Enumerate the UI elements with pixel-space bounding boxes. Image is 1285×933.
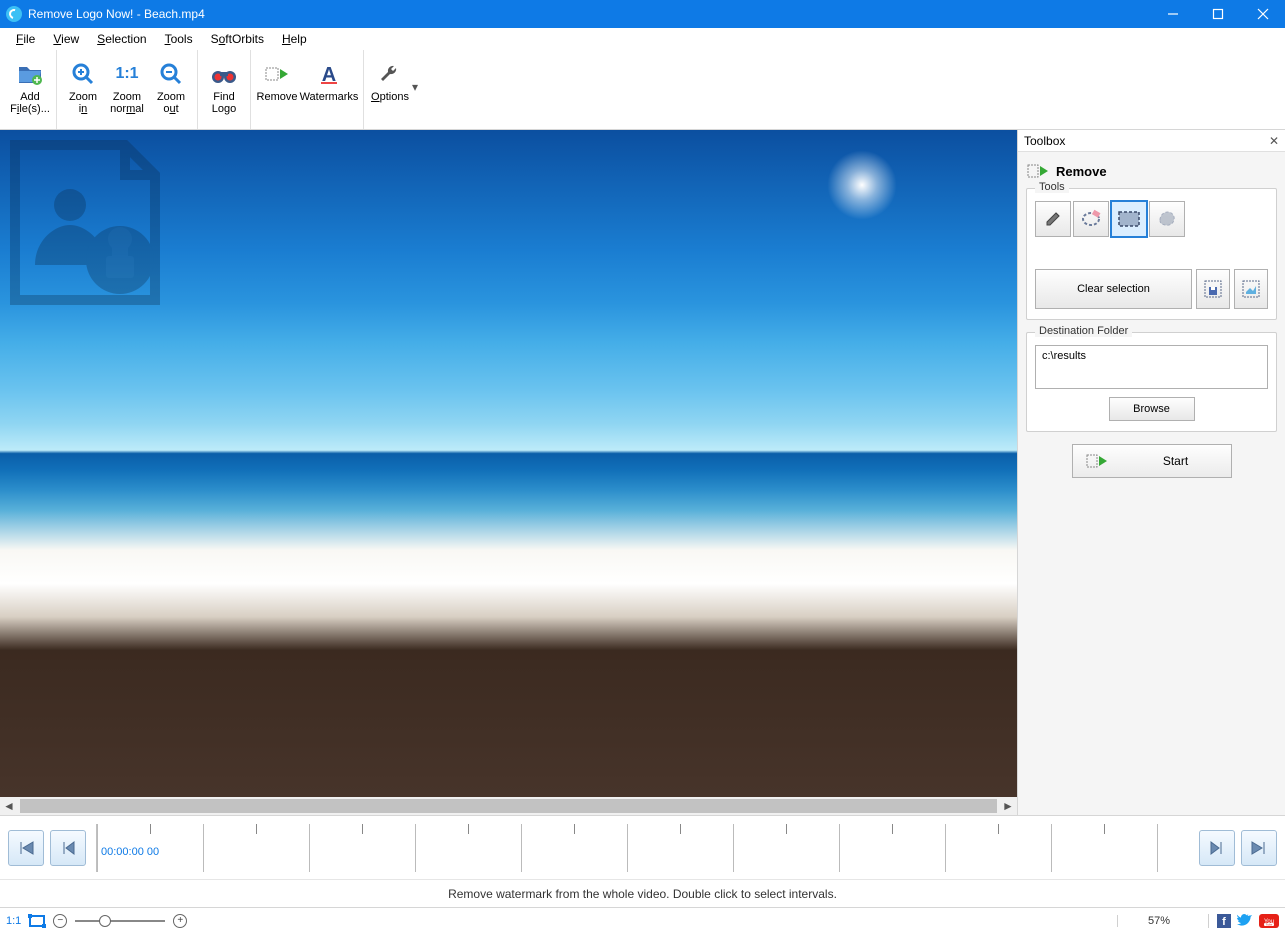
- minimize-button[interactable]: [1150, 0, 1195, 28]
- menu-selection[interactable]: Selection: [89, 30, 154, 48]
- add-files-button[interactable]: AddFile(s)...: [8, 55, 52, 125]
- watermark-text-icon: A: [315, 61, 343, 87]
- hint-text: Remove watermark from the whole video. D…: [448, 887, 837, 901]
- fit-screen-icon[interactable]: [29, 915, 45, 927]
- twitter-icon[interactable]: [1237, 914, 1253, 928]
- status-bar: 1:1 − + 57% f YouTube: [0, 907, 1285, 933]
- close-button[interactable]: [1240, 0, 1285, 28]
- load-selection-button[interactable]: [1234, 269, 1268, 309]
- svg-text:Tube: Tube: [1266, 922, 1273, 926]
- zoom-in-button[interactable]: Zoomin: [61, 55, 105, 125]
- tool-lasso-erase[interactable]: [1073, 201, 1109, 237]
- zoom-normal-icon: 1:1: [113, 61, 141, 87]
- svg-text:f: f: [1222, 916, 1226, 928]
- canvas-area: ◄ ►: [0, 130, 1017, 815]
- sun-glare: [827, 150, 897, 220]
- binoculars-icon: [210, 61, 238, 87]
- progress-percent: 57%: [1117, 915, 1200, 927]
- menu-file[interactable]: File: [8, 30, 43, 48]
- zoom-normal-button[interactable]: 1:1 Zoomnormal: [105, 55, 149, 125]
- remove-button[interactable]: Remove: [255, 55, 299, 125]
- timeline-track[interactable]: 00:00:00 00 // ticks generated inline vi…: [96, 824, 1189, 872]
- horizontal-scrollbar[interactable]: ◄ ►: [0, 797, 1017, 815]
- svg-text:A: A: [322, 64, 336, 85]
- video-preview[interactable]: [0, 130, 1017, 797]
- destination-folder-input[interactable]: c:\results: [1035, 345, 1268, 389]
- goto-start-button[interactable]: [8, 830, 44, 866]
- watermarks-button[interactable]: A Watermarks: [299, 55, 359, 125]
- zoom-out-round[interactable]: −: [53, 914, 67, 928]
- watermark-overlay-icon: [0, 130, 175, 310]
- tool-marker[interactable]: [1035, 201, 1071, 237]
- scroll-right-arrow[interactable]: ►: [999, 797, 1017, 815]
- timeline-position: 00:00:00 00: [101, 846, 159, 858]
- toolbar: AddFile(s)... Zoomin 1:1 Zoomnormal Zoom…: [0, 50, 1285, 130]
- menu-view[interactable]: View: [45, 30, 87, 48]
- tools-legend: Tools: [1035, 181, 1069, 193]
- titlebar: Remove Logo Now! - Beach.mp4: [0, 0, 1285, 28]
- remove-section-label: Remove: [1056, 164, 1107, 179]
- zoom-in-icon: [69, 61, 97, 87]
- scroll-thumb[interactable]: [20, 799, 997, 813]
- youtube-icon[interactable]: YouTube: [1259, 914, 1279, 928]
- toolbox-panel: Toolbox ✕ Remove Tools Clear selection: [1017, 130, 1285, 815]
- options-dropdown-arrow[interactable]: ▾: [412, 80, 424, 100]
- zoom-in-round[interactable]: +: [173, 914, 187, 928]
- app-icon: [6, 6, 22, 22]
- toolbox-title: Toolbox: [1024, 134, 1065, 148]
- folder-add-icon: [16, 61, 44, 87]
- destination-legend: Destination Folder: [1035, 325, 1132, 337]
- window-title: Remove Logo Now! - Beach.mp4: [28, 7, 205, 21]
- step-back-button[interactable]: [50, 830, 86, 866]
- options-button[interactable]: Options: [368, 55, 412, 125]
- start-button[interactable]: Start: [1072, 444, 1232, 478]
- remove-arrow-icon: [263, 61, 291, 87]
- browse-button[interactable]: Browse: [1109, 397, 1195, 421]
- hint-bar: Remove watermark from the whole video. D…: [0, 879, 1285, 907]
- menu-softorbits[interactable]: SoftOrbits: [203, 30, 272, 48]
- toolbox-close-button[interactable]: ✕: [1269, 134, 1279, 148]
- zoom-slider[interactable]: [75, 920, 165, 922]
- destination-fieldset: Destination Folder c:\results Browse: [1026, 332, 1277, 432]
- wrench-icon: [376, 61, 404, 87]
- menubar: File View Selection Tools SoftOrbits Hel…: [0, 28, 1285, 50]
- start-arrow-icon: [1085, 452, 1109, 470]
- tool-freeform-select[interactable]: [1149, 201, 1185, 237]
- facebook-icon[interactable]: f: [1217, 914, 1231, 928]
- zoom-slider-knob[interactable]: [99, 915, 111, 927]
- goto-end-button[interactable]: [1241, 830, 1277, 866]
- zoom-ratio-label[interactable]: 1:1: [6, 915, 21, 927]
- clear-selection-button[interactable]: Clear selection: [1035, 269, 1192, 309]
- zoom-out-button[interactable]: Zoomout: [149, 55, 193, 125]
- timeline: 00:00:00 00 // ticks generated inline vi…: [0, 815, 1285, 879]
- save-selection-button[interactable]: [1196, 269, 1230, 309]
- find-logo-button[interactable]: FindLogo: [202, 55, 246, 125]
- tool-rectangle-select[interactable]: [1111, 201, 1147, 237]
- tools-fieldset: Tools Clear selection: [1026, 188, 1277, 320]
- remove-section-icon: [1026, 162, 1050, 180]
- maximize-button[interactable]: [1195, 0, 1240, 28]
- zoom-out-icon: [157, 61, 185, 87]
- step-forward-button[interactable]: [1199, 830, 1235, 866]
- menu-help[interactable]: Help: [274, 30, 315, 48]
- menu-tools[interactable]: Tools: [157, 30, 201, 48]
- scroll-left-arrow[interactable]: ◄: [0, 797, 18, 815]
